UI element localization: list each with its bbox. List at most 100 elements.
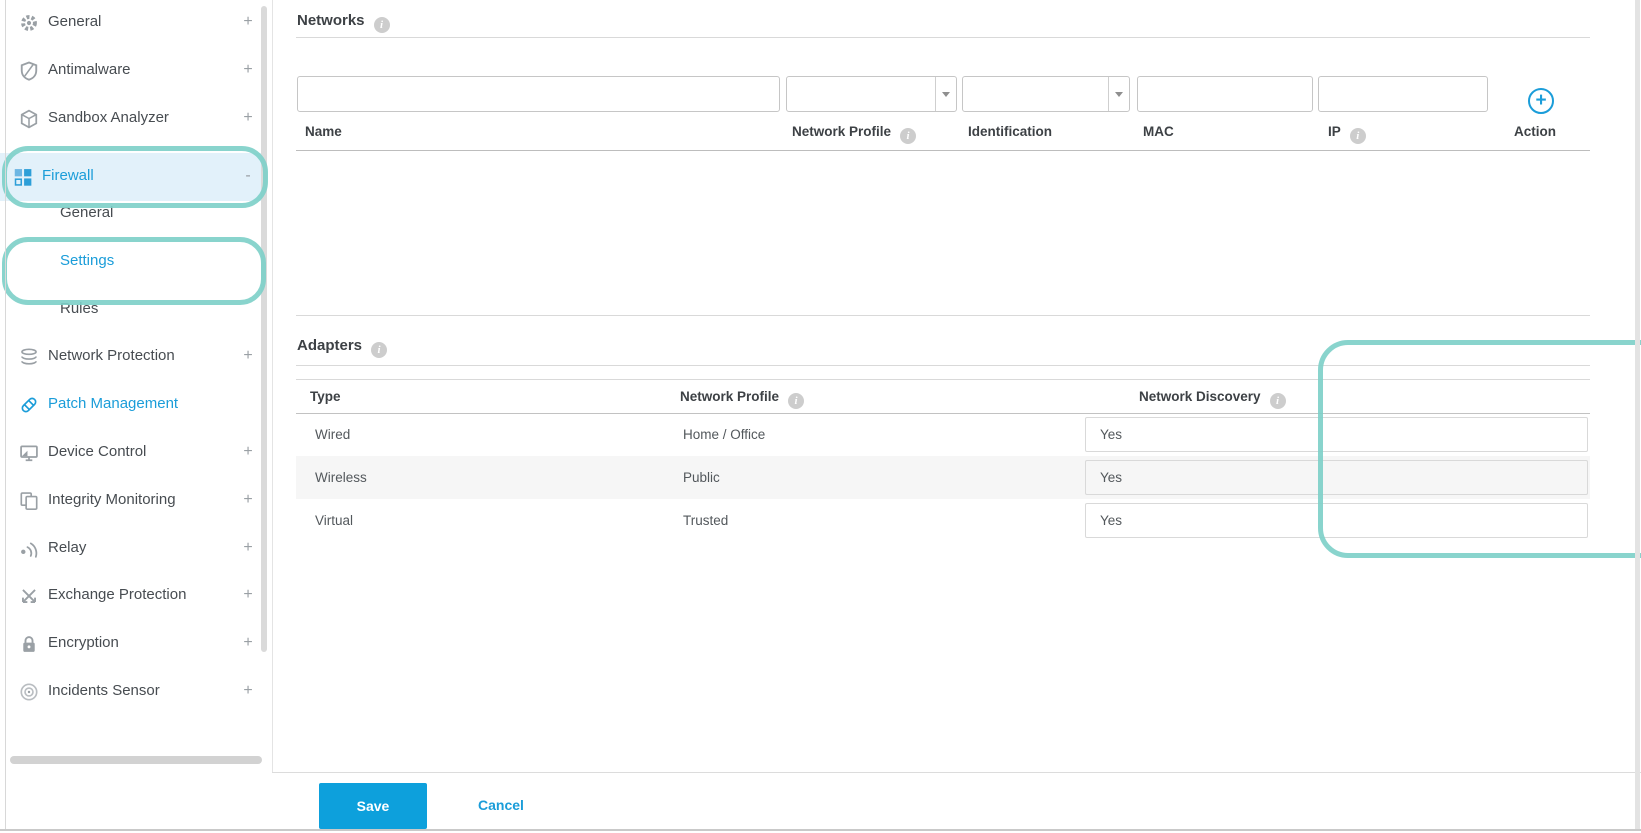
- expand-toggle[interactable]: +: [238, 61, 258, 79]
- page-left-border: [5, 0, 6, 830]
- sidebar-horizontal-scrollbar[interactable]: [10, 756, 262, 764]
- sidebar-item-network-protection[interactable]: Network Protection +: [6, 345, 262, 369]
- adapters-title-text: Adapters: [297, 337, 363, 354]
- info-icon[interactable]: i: [900, 128, 917, 144]
- adapter-network-profile: Trusted: [683, 513, 729, 528]
- networks-header-underline: [296, 150, 1590, 151]
- main-content: Networks i + Name Network Profile i Identi…: [272, 0, 1641, 833]
- info-icon[interactable]: i: [788, 393, 805, 409]
- adapters-table-top-line: [296, 379, 1590, 380]
- network-discovery-select[interactable]: Yes: [1085, 460, 1588, 495]
- chevron-down-icon: [935, 77, 956, 111]
- adapter-network-profile: Home / Office: [683, 427, 766, 442]
- networks-section-title: Networks i: [297, 12, 390, 33]
- adapter-type: Wired: [315, 427, 351, 442]
- networks-title-underline: [296, 37, 1590, 38]
- name-filter-input[interactable]: [297, 76, 780, 112]
- layers-icon: [18, 346, 40, 368]
- sidebar-item-label: General: [48, 13, 102, 30]
- sidebar-item-label: Antimalware: [48, 61, 131, 78]
- column-header-type: Type: [310, 389, 341, 404]
- adapters-title-underline: [296, 365, 1590, 366]
- sidebar-subitem-label: Rules: [60, 300, 99, 317]
- exchange-icon: [18, 585, 40, 607]
- expand-toggle[interactable]: +: [238, 682, 258, 700]
- expand-toggle[interactable]: +: [238, 634, 258, 652]
- sidebar-item-general[interactable]: General +: [6, 11, 262, 35]
- sidebar-item-label: Integrity Monitoring: [48, 491, 176, 508]
- page-right-border: [1635, 0, 1640, 830]
- networks-table-bottom-line: [296, 315, 1590, 316]
- sidebar-subitem-firewall-settings[interactable]: Settings: [6, 250, 262, 274]
- ip-filter-input[interactable]: [1318, 76, 1488, 112]
- expand-toggle[interactable]: +: [238, 13, 258, 31]
- sidebar-item-exchange-protection[interactable]: Exchange Protection +: [6, 584, 262, 608]
- sidebar-item-device-control[interactable]: Device Control +: [6, 441, 262, 465]
- adapter-network-profile: Public: [683, 470, 720, 485]
- sidebar-item-antimalware[interactable]: Antimalware +: [6, 59, 262, 83]
- column-header-identification: Identification: [968, 124, 1052, 139]
- sidebar-item-firewall[interactable]: Firewall -: [0, 153, 262, 201]
- expand-toggle[interactable]: +: [238, 443, 258, 461]
- info-icon[interactable]: i: [1349, 128, 1366, 144]
- shield-icon: [18, 60, 40, 82]
- chevron-down-icon: [1108, 77, 1129, 111]
- column-header-adapter-network-profile: Network Profile i: [680, 389, 805, 409]
- info-icon[interactable]: i: [373, 17, 390, 33]
- identification-filter-select[interactable]: [962, 76, 1130, 112]
- sidebar-item-label: Relay: [48, 539, 87, 556]
- info-icon[interactable]: i: [1269, 393, 1286, 409]
- expand-toggle[interactable]: +: [238, 347, 258, 365]
- sidebar-subitem-firewall-rules[interactable]: Rules: [6, 298, 262, 322]
- monitor-icon: [18, 442, 40, 464]
- collapse-toggle[interactable]: -: [238, 167, 258, 185]
- sidebar-item-sandbox-analyzer[interactable]: Sandbox Analyzer +: [6, 107, 262, 131]
- sidebar-item-label: Sandbox Analyzer: [48, 109, 169, 126]
- firewall-icon: [12, 166, 34, 188]
- sidebar: General + Antimalware + Sandbox Analyzer…: [0, 0, 262, 772]
- signal-icon: [18, 538, 40, 560]
- documents-icon: [18, 490, 40, 512]
- adapter-type: Virtual: [315, 513, 354, 528]
- expand-toggle[interactable]: +: [238, 586, 258, 604]
- expand-toggle[interactable]: +: [238, 491, 258, 509]
- sidebar-subitem-label: General: [60, 204, 114, 221]
- cube-icon: [18, 108, 40, 130]
- sensor-icon: [18, 681, 40, 703]
- sidebar-item-label: Patch Management: [48, 395, 179, 412]
- sidebar-item-incidents-sensor[interactable]: Incidents Sensor +: [6, 680, 262, 704]
- footer-divider: [272, 772, 1641, 773]
- adapters-section-title: Adapters i: [297, 337, 388, 358]
- page-bottom-border: [0, 829, 1641, 831]
- column-header-ip: IP i: [1328, 124, 1366, 144]
- column-header-network-discovery: Network Discovery i: [1139, 389, 1286, 409]
- sidebar-subitem-firewall-general[interactable]: General: [6, 202, 262, 226]
- sidebar-item-label: Exchange Protection: [48, 586, 187, 603]
- networks-title-text: Networks: [297, 12, 365, 29]
- expand-toggle[interactable]: +: [238, 109, 258, 127]
- column-header-action: Action: [1514, 124, 1556, 139]
- network-discovery-select[interactable]: Yes: [1085, 503, 1588, 538]
- mac-filter-input[interactable]: [1137, 76, 1313, 112]
- network-profile-filter-select[interactable]: [786, 76, 957, 112]
- gear-icon: [18, 12, 40, 34]
- sidebar-vertical-scrollbar[interactable]: [261, 6, 267, 652]
- sidebar-item-patch-management[interactable]: Patch Management: [6, 393, 262, 417]
- adapters-header-underline: [296, 413, 1590, 414]
- cancel-button[interactable]: Cancel: [478, 797, 524, 813]
- sidebar-item-relay[interactable]: Relay +: [6, 537, 262, 561]
- sidebar-subitem-label: Settings: [60, 252, 115, 269]
- save-button[interactable]: Save: [319, 783, 427, 829]
- policy-settings-page: General + Antimalware + Sandbox Analyzer…: [0, 0, 1641, 833]
- info-icon[interactable]: i: [371, 342, 388, 358]
- expand-toggle[interactable]: +: [238, 539, 258, 557]
- add-network-button[interactable]: +: [1528, 88, 1554, 114]
- network-discovery-select[interactable]: Yes: [1085, 417, 1588, 452]
- sidebar-item-label: Incidents Sensor: [48, 682, 160, 699]
- column-header-name: Name: [305, 124, 342, 139]
- sidebar-item-label: Network Protection: [48, 347, 175, 364]
- patch-icon: [18, 394, 40, 416]
- lock-icon: [18, 633, 40, 655]
- sidebar-item-encryption[interactable]: Encryption +: [6, 632, 262, 656]
- sidebar-item-integrity-monitoring[interactable]: Integrity Monitoring +: [6, 489, 262, 513]
